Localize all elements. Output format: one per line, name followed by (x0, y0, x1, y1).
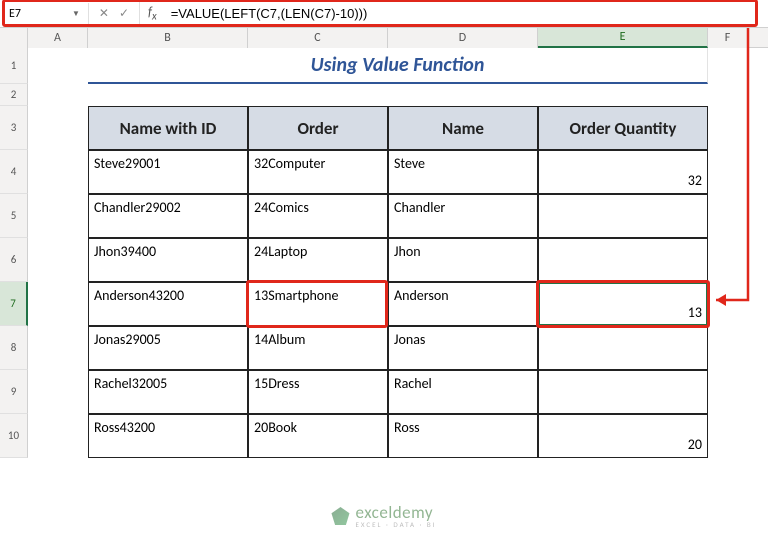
row-header-6[interactable]: 6 (0, 238, 28, 282)
cell[interactable]: Rachel32005 (88, 370, 248, 414)
row-header-7[interactable]: 7 (0, 282, 28, 326)
cell[interactable]: 20 (538, 414, 708, 458)
row-header-3[interactable]: 3 (0, 106, 28, 150)
page-title: Using Value Function (88, 48, 708, 84)
row-header-10[interactable]: 10 (0, 414, 28, 458)
watermark-subtext: EXCEL · DATA · BI (355, 521, 436, 528)
watermark: exceldemy EXCEL · DATA · BI (331, 504, 436, 528)
select-all-corner[interactable] (0, 28, 28, 48)
cell[interactable]: 24Comics (248, 194, 388, 238)
fx-icon[interactable]: fx (140, 5, 165, 23)
formula-bar: E7 ▼ ✕ ✓ fx (0, 0, 768, 28)
cell[interactable] (538, 370, 708, 414)
row-header-1[interactable]: 1 (0, 48, 28, 84)
cell[interactable]: Jhon39400 (88, 238, 248, 282)
table-header: Name (388, 106, 538, 150)
table-header: Order (248, 106, 388, 150)
watermark-text: exceldemy (355, 504, 436, 521)
row-header-9[interactable]: 9 (0, 370, 28, 414)
col-header-f[interactable]: F (708, 28, 748, 48)
cell[interactable]: Jonas29005 (88, 326, 248, 370)
cell[interactable] (538, 326, 708, 370)
cell[interactable]: Chandler29002 (88, 194, 248, 238)
row-header-2[interactable]: 2 (0, 84, 28, 106)
cell[interactable]: 13Smartphone (248, 282, 388, 326)
cell[interactable]: Anderson (388, 282, 538, 326)
exceldemy-logo-icon (331, 507, 349, 525)
enter-icon[interactable]: ✓ (119, 6, 129, 21)
cell[interactable]: 14Album (248, 326, 388, 370)
cell[interactable]: Ross (388, 414, 538, 458)
name-box[interactable]: E7 (3, 3, 65, 25)
cell[interactable]: Jhon (388, 238, 538, 282)
col-header-b[interactable]: B (88, 28, 248, 48)
col-header-e[interactable]: E (538, 28, 708, 48)
column-headers: A B C D E F (0, 28, 768, 48)
chevron-down-icon[interactable]: ▼ (68, 9, 84, 19)
cell[interactable] (538, 238, 708, 282)
cell[interactable]: 32 (538, 150, 708, 194)
row-header-5[interactable]: 5 (0, 194, 28, 238)
col-header-c[interactable]: C (248, 28, 388, 48)
cell[interactable]: Rachel (388, 370, 538, 414)
col-header-a[interactable]: A (28, 28, 88, 48)
cancel-icon[interactable]: ✕ (99, 6, 109, 21)
cell[interactable]: Steve29001 (88, 150, 248, 194)
cell[interactable]: Ross43200 (88, 414, 248, 458)
formula-input[interactable] (165, 3, 768, 25)
spreadsheet-grid: A B C D E F 1 Using Value Function 2 3 N… (0, 28, 768, 538)
cell[interactable]: 20Book (248, 414, 388, 458)
table-header: Name with ID (88, 106, 248, 150)
cell[interactable] (538, 194, 708, 238)
row-header-8[interactable]: 8 (0, 326, 28, 370)
cell-e7[interactable]: 13 (538, 282, 708, 326)
cell[interactable]: Jonas (388, 326, 538, 370)
col-header-d[interactable]: D (388, 28, 538, 48)
cell[interactable]: 32Computer (248, 150, 388, 194)
cell[interactable]: 24Laptop (248, 238, 388, 282)
cell[interactable]: Steve (388, 150, 538, 194)
cell[interactable]: Chandler (388, 194, 538, 238)
cell[interactable]: Anderson43200 (88, 282, 248, 326)
table-header: Order Quantity (538, 106, 708, 150)
cell[interactable]: 15Dress (248, 370, 388, 414)
row-header-4[interactable]: 4 (0, 150, 28, 194)
